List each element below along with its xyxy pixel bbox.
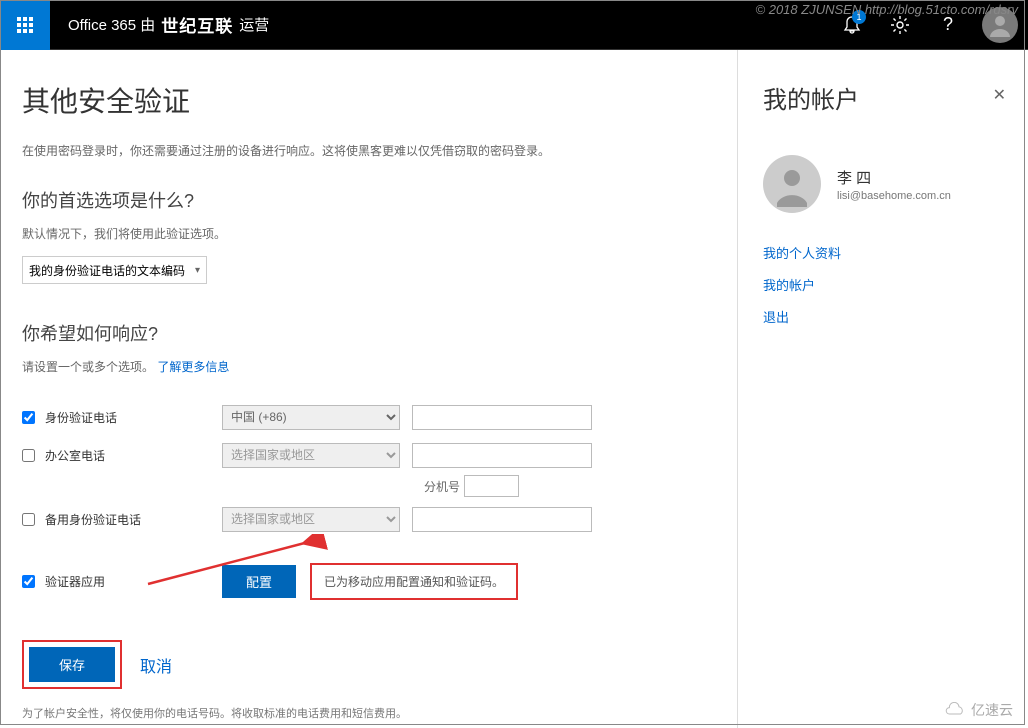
- profile-name: 李 四: [837, 167, 951, 188]
- office-phone-checkbox[interactable]: [22, 449, 35, 462]
- profile-email: lisi@basehome.com.cn: [837, 190, 951, 202]
- office-phone-country-select[interactable]: 选择国家或地区: [222, 443, 400, 468]
- main-content: 其他安全验证 在使用密码登录时，你还需要通过注册的设备进行响应。这将使黑客更难以…: [0, 50, 738, 728]
- app-launcher-button[interactable]: [0, 0, 50, 50]
- alt-phone-checkbox[interactable]: [22, 513, 35, 526]
- waffle-icon: [17, 17, 33, 33]
- brand-logo: 世纪互联: [161, 12, 233, 37]
- authenticator-status: 已为移动应用配置通知和验证码。: [310, 563, 518, 600]
- question-icon: ?: [943, 14, 953, 35]
- my-account-link[interactable]: 我的帐户: [763, 275, 1003, 294]
- close-sidebar-button[interactable]: ✕: [993, 85, 1006, 105]
- page-title: 其他安全验证: [22, 80, 715, 120]
- preference-section-title: 你的首选选项是什么?: [22, 187, 715, 213]
- office-phone-row: 办公室电话 选择国家或地区: [22, 441, 715, 469]
- authenticator-row: 验证器应用 配置 已为移动应用配置通知和验证码。: [22, 563, 715, 600]
- save-button[interactable]: 保存: [29, 647, 115, 682]
- office-phone-label: 办公室电话: [45, 447, 105, 464]
- watermark-bottom: 亿速云: [943, 700, 1013, 720]
- respond-section-sub: 请设置一个或多个选项。 了解更多信息: [22, 358, 715, 375]
- preferred-option-value: 我的身份验证电话的文本编码: [29, 262, 185, 279]
- office-phone-input[interactable]: [412, 443, 592, 468]
- sidebar-title: 我的帐户: [763, 80, 1003, 115]
- auth-phone-country-select[interactable]: 中国 (+86): [222, 405, 400, 430]
- extension-label: 分机号: [424, 478, 460, 495]
- signout-link[interactable]: 退出: [763, 307, 1003, 326]
- auth-phone-row: 身份验证电话 中国 (+86): [22, 403, 715, 431]
- page-description: 在使用密码登录时，你还需要通过注册的设备进行响应。这将使黑客更难以仅凭借窃取的密…: [22, 142, 715, 159]
- auth-phone-checkbox[interactable]: [22, 411, 35, 424]
- alt-phone-row: 备用身份验证电话 选择国家或地区: [22, 505, 715, 533]
- auth-phone-input[interactable]: [412, 405, 592, 430]
- cancel-link[interactable]: 取消: [140, 653, 172, 677]
- respond-section-title: 你希望如何响应?: [22, 320, 715, 346]
- watermark-top: © 2018 ZJUNSEN http://blog.51cto.com/rds…: [756, 2, 1018, 17]
- preferred-option-select[interactable]: 我的身份验证电话的文本编码: [22, 256, 207, 284]
- cloud-icon: [943, 702, 967, 718]
- person-icon: [769, 161, 815, 207]
- learn-more-link[interactable]: 了解更多信息: [157, 360, 229, 374]
- brand-suffix: 运营: [239, 14, 269, 35]
- extension-input[interactable]: [464, 475, 519, 497]
- footnote: 为了帐户安全性，将仅使用你的电话号码。将收取标准的电话费用和短信费用。: [22, 705, 715, 721]
- preference-section-sub: 默认情况下，我们将使用此验证选项。: [22, 225, 715, 242]
- brand-prefix: Office 365 由: [68, 14, 155, 35]
- profile-avatar: [763, 155, 821, 213]
- profile-block: 李 四 lisi@basehome.com.cn: [763, 155, 1003, 213]
- brand: Office 365 由 世纪互联 运营: [50, 12, 269, 37]
- authenticator-label: 验证器应用: [45, 573, 105, 590]
- alt-phone-country-select[interactable]: 选择国家或地区: [222, 507, 400, 532]
- alt-phone-input[interactable]: [412, 507, 592, 532]
- auth-phone-label: 身份验证电话: [45, 409, 117, 426]
- authenticator-checkbox[interactable]: [22, 575, 35, 588]
- configure-button[interactable]: 配置: [222, 565, 296, 598]
- gear-icon: [890, 15, 910, 35]
- account-sidebar: 我的帐户 ✕ 李 四 lisi@basehome.com.cn 我的个人资料 我…: [738, 50, 1028, 728]
- alt-phone-label: 备用身份验证电话: [45, 511, 141, 528]
- my-profile-link[interactable]: 我的个人资料: [763, 243, 1003, 262]
